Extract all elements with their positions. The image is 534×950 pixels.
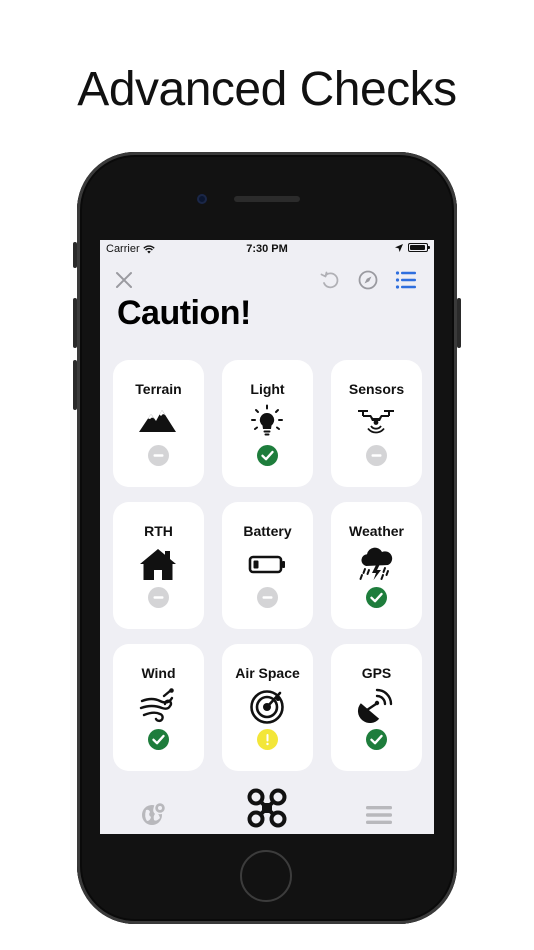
check-label: Wind — [141, 665, 176, 681]
page-headline: Advanced Checks — [77, 63, 457, 116]
menu-icon[interactable] — [365, 804, 393, 826]
status-neutral-icon — [257, 587, 278, 608]
check-card-gps[interactable]: GPS — [331, 644, 422, 771]
status-neutral-icon — [148, 445, 169, 466]
check-label: Light — [250, 381, 285, 397]
satellite-dish-icon — [357, 688, 393, 724]
check-card-rth[interactable]: RTH — [113, 502, 204, 629]
home-button[interactable] — [240, 850, 292, 902]
volume-up-button — [73, 298, 77, 348]
check-label: Terrain — [135, 381, 182, 397]
drone-sensor-icon — [358, 410, 394, 434]
tab-bar — [100, 780, 434, 834]
compass-icon[interactable] — [356, 268, 380, 292]
status-bar: Carrier 7:30 PM — [100, 240, 434, 258]
status-time: 7:30 PM — [246, 243, 288, 255]
location-arrow-icon — [395, 243, 403, 252]
front-camera — [197, 194, 207, 204]
wind-icon — [139, 688, 174, 723]
storm-cloud-icon — [359, 547, 393, 580]
status-battery-icon — [408, 243, 430, 252]
check-card-light[interactable]: Light — [222, 360, 313, 487]
check-card-terrain[interactable]: Terrain — [113, 360, 204, 487]
list-icon[interactable] — [394, 268, 418, 292]
status-warning-icon — [257, 729, 278, 750]
page-title: Caution! — [117, 294, 251, 332]
check-card-sensors[interactable]: Sensors — [331, 360, 422, 487]
status-ok-icon — [366, 587, 387, 608]
status-neutral-icon — [366, 445, 387, 466]
checks-grid: Terrain Light Sensors RTH Battery Weathe… — [113, 360, 422, 771]
status-ok-icon — [257, 445, 278, 466]
check-label: Battery — [243, 523, 292, 539]
home-icon — [140, 549, 176, 580]
check-card-battery[interactable]: Battery — [222, 502, 313, 629]
status-neutral-icon — [148, 587, 169, 608]
check-label: Sensors — [348, 381, 405, 397]
map-globe-icon[interactable] — [140, 800, 168, 828]
volume-down-button — [73, 360, 77, 410]
check-label: Air Space — [235, 665, 300, 681]
close-icon[interactable] — [112, 268, 136, 292]
radar-icon — [250, 690, 284, 724]
check-card-weather[interactable]: Weather — [331, 502, 422, 629]
check-card-air-space[interactable]: Air Space — [222, 644, 313, 771]
check-card-wind[interactable]: Wind — [113, 644, 204, 771]
app-screen: Carrier 7:30 PM Caution! Terrain Light S… — [100, 240, 434, 834]
earpiece-speaker — [234, 196, 300, 202]
status-ok-icon — [366, 729, 387, 750]
status-ok-icon — [148, 729, 169, 750]
phone-frame: Carrier 7:30 PM Caution! Terrain Light S… — [73, 152, 461, 924]
battery-low-icon — [248, 555, 285, 574]
power-button — [457, 298, 461, 348]
check-label: GPS — [361, 665, 392, 681]
mountain-icon — [139, 410, 176, 432]
check-label: Weather — [349, 523, 404, 539]
mute-switch — [73, 242, 77, 268]
refresh-icon[interactable] — [318, 268, 342, 292]
check-label: RTH — [144, 523, 173, 539]
drone-icon[interactable] — [247, 788, 287, 828]
lightbulb-icon — [251, 404, 283, 436]
